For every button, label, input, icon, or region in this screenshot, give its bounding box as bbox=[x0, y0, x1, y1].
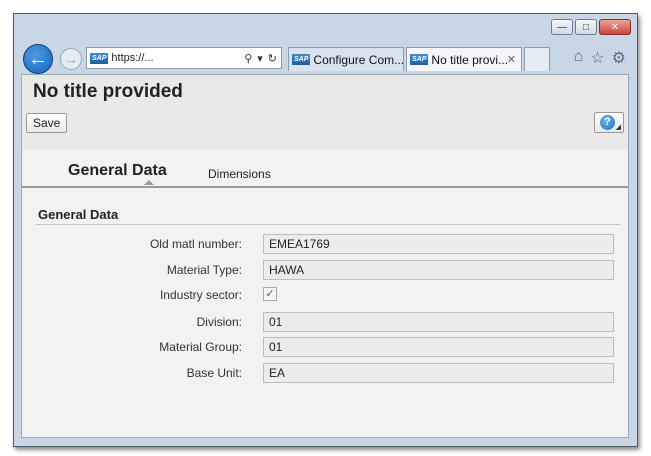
division-field[interactable]: 01 bbox=[263, 312, 614, 332]
industry-sector-checkbox[interactable]: ✓ bbox=[263, 287, 277, 301]
address-bar[interactable]: SAP https://... ⚲ ▾ ↻ bbox=[86, 47, 282, 69]
dropdown-chevron-icon[interactable]: ▾ bbox=[257, 52, 263, 65]
tab-bar: General Data Dimensions bbox=[22, 150, 628, 188]
back-arrow-icon[interactable]: ← bbox=[23, 44, 53, 74]
page-title: No title provided bbox=[33, 81, 183, 102]
save-button[interactable]: Save bbox=[26, 113, 68, 133]
minimize-icon[interactable]: — bbox=[551, 19, 573, 35]
close-window-icon[interactable]: ✕ bbox=[599, 19, 631, 35]
address-bar-icons: ⚲ ▾ ↻ bbox=[244, 52, 277, 65]
home-icon[interactable]: ⌂ bbox=[574, 48, 584, 68]
form-area: General Data Old matl number: EMEA1769 M… bbox=[22, 188, 628, 437]
new-tab-button[interactable] bbox=[524, 47, 550, 71]
tab-label: Configure Com... bbox=[313, 52, 403, 67]
close-tab-icon[interactable]: ✕ bbox=[507, 53, 516, 66]
material-type-field[interactable]: HAWA bbox=[263, 260, 614, 280]
page-header: No title provided Save ? ◢ bbox=[22, 75, 628, 150]
material-group-label: Material Group: bbox=[159, 340, 242, 354]
page-content: No title provided Save ? ◢ General Data … bbox=[21, 74, 629, 438]
section-divider bbox=[36, 224, 620, 225]
sap-favicon-icon: SAP bbox=[292, 54, 311, 65]
section-title: General Data bbox=[38, 207, 119, 222]
help-icon: ? bbox=[600, 115, 615, 130]
division-label: Division: bbox=[196, 315, 242, 329]
navigation-bar: ← → SAP https://... ⚲ ▾ ↻ SAP Configure … bbox=[20, 44, 630, 74]
material-group-field[interactable]: 01 bbox=[263, 337, 614, 357]
sap-favicon-icon: SAP bbox=[90, 52, 109, 64]
tab-label: No title provi... bbox=[431, 52, 507, 67]
favorites-star-icon[interactable]: ☆ bbox=[590, 48, 604, 68]
window-controls: — □ ✕ bbox=[551, 19, 631, 35]
base-unit-label: Base Unit: bbox=[186, 366, 242, 380]
browser-tools: ⌂ ☆ ⚙ bbox=[574, 48, 626, 68]
industry-sector-label: Industry sector: bbox=[159, 288, 242, 302]
browser-tab-configure[interactable]: SAP Configure Com... bbox=[288, 47, 404, 71]
address-text[interactable]: https://... bbox=[111, 52, 244, 64]
forward-arrow-icon[interactable]: → bbox=[60, 48, 82, 70]
browser-window: — □ ✕ ← → SAP https://... ⚲ ▾ ↻ SAP Conf… bbox=[13, 13, 638, 447]
old-matl-number-field[interactable]: EMEA1769 bbox=[263, 234, 614, 254]
browser-tab-no-title[interactable]: SAP No title provi... ✕ bbox=[406, 47, 522, 71]
tab-dimensions[interactable]: Dimensions bbox=[208, 167, 271, 181]
settings-gear-icon[interactable]: ⚙ bbox=[612, 48, 626, 68]
sap-favicon-icon: SAP bbox=[410, 54, 429, 65]
material-type-label: Material Type: bbox=[166, 263, 242, 277]
help-button[interactable]: ? ◢ bbox=[594, 112, 624, 133]
maximize-icon[interactable]: □ bbox=[575, 19, 597, 35]
base-unit-field[interactable]: EA bbox=[263, 363, 614, 383]
search-icon[interactable]: ⚲ bbox=[244, 52, 252, 65]
refresh-icon[interactable]: ↻ bbox=[268, 52, 277, 65]
old-matl-number-label: Old matl number: bbox=[149, 237, 242, 251]
tab-general-data[interactable]: General Data bbox=[68, 162, 167, 180]
caret-down-icon: ◢ bbox=[615, 124, 621, 131]
selected-tab-indicator bbox=[144, 180, 154, 185]
